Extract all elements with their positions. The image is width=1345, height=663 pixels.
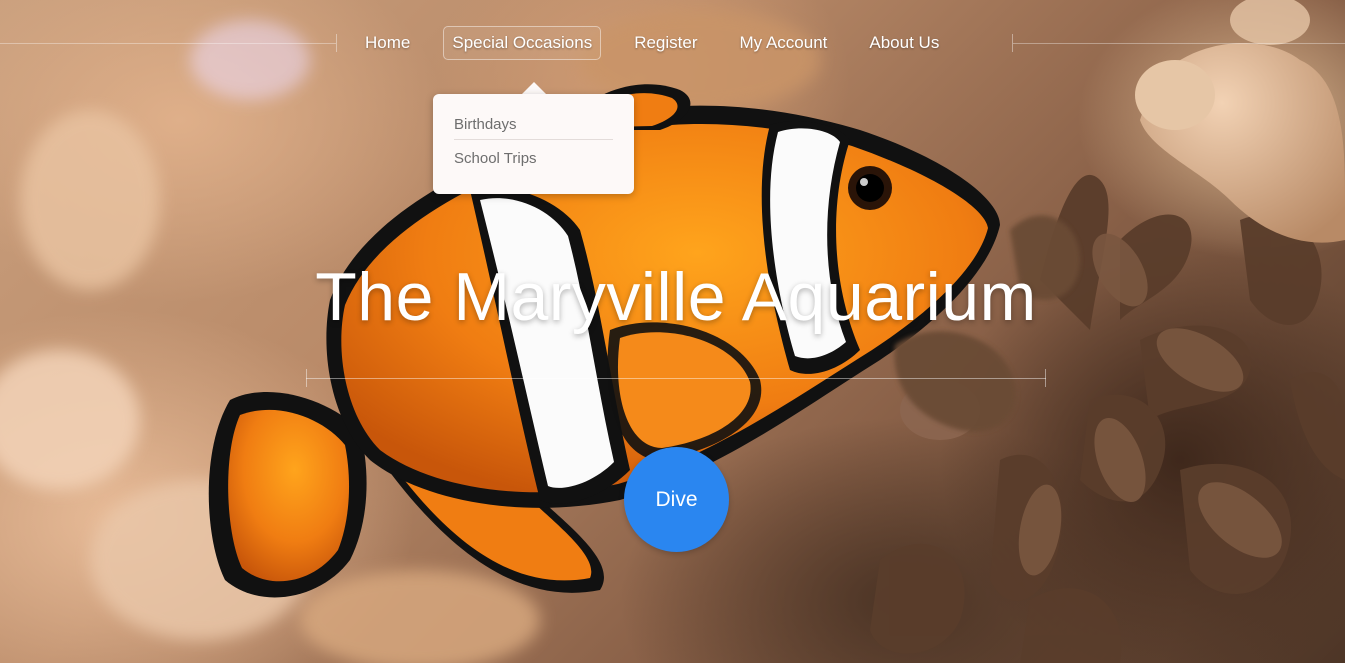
nav-divider-left bbox=[0, 43, 336, 44]
nav-item-register[interactable]: Register bbox=[625, 26, 706, 60]
nav-item-my-account[interactable]: My Account bbox=[731, 26, 837, 60]
nav-divider-right bbox=[1013, 43, 1345, 44]
hero-divider-tick-left bbox=[306, 369, 307, 387]
dropdown-item-birthdays[interactable]: Birthdays bbox=[454, 116, 613, 140]
hero-divider-tick-right bbox=[1045, 369, 1046, 387]
special-occasions-dropdown: Birthdays School Trips bbox=[433, 94, 634, 194]
nav-item-home[interactable]: Home bbox=[356, 26, 419, 60]
hero-divider bbox=[306, 378, 1046, 379]
dropdown-arrow bbox=[522, 82, 546, 94]
main-nav: Home Special Occasions Register My Accou… bbox=[344, 26, 960, 60]
nav-divider-tick-right bbox=[1012, 34, 1013, 52]
dropdown-item-school-trips[interactable]: School Trips bbox=[454, 150, 613, 167]
page-title: The Maryville Aquarium bbox=[315, 259, 1037, 335]
nav-item-about-us[interactable]: About Us bbox=[860, 26, 948, 60]
nav-item-special-occasions[interactable]: Special Occasions bbox=[443, 26, 602, 60]
nav-divider-tick-left bbox=[336, 34, 337, 52]
dive-button[interactable]: Dive bbox=[624, 447, 729, 552]
